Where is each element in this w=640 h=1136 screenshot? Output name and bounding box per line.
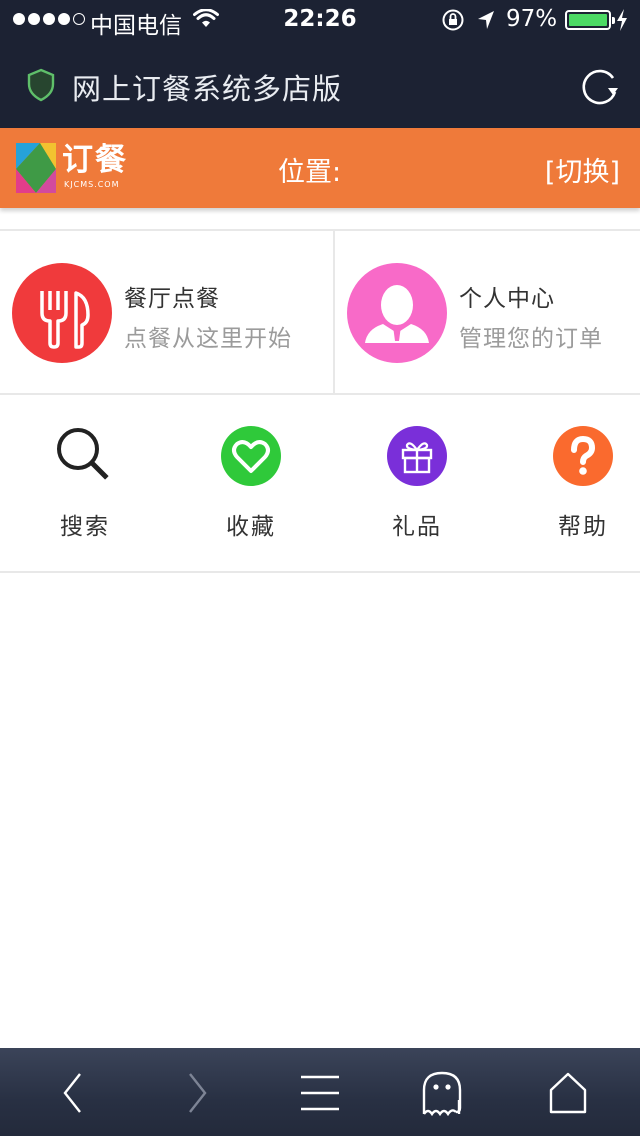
feature-grid: 餐厅点餐 点餐从这里开始 个人中心 管理您的订单 bbox=[0, 229, 640, 395]
shortcut-label: 收藏 bbox=[226, 514, 276, 540]
browser-toolbar bbox=[0, 1048, 640, 1136]
app-root: 中国电信 22:26 97% 网上订餐系统多店版 订餐 KJCMS.COM 位置… bbox=[0, 0, 640, 1136]
shortcut-gifts[interactable]: 礼品 bbox=[356, 425, 476, 545]
site-header: 订餐 KJCMS.COM 位置: [切换] bbox=[0, 128, 640, 208]
logo-text: 订餐 bbox=[62, 142, 128, 178]
back-icon[interactable] bbox=[48, 1070, 98, 1116]
shortcut-label: 搜索 bbox=[60, 514, 110, 540]
status-bar: 中国电信 22:26 97% bbox=[0, 0, 640, 42]
battery-percent: 97% bbox=[506, 6, 558, 32]
shortcut-label: 帮助 bbox=[558, 514, 608, 540]
forward-icon[interactable] bbox=[173, 1070, 223, 1116]
home-icon[interactable] bbox=[543, 1070, 593, 1116]
location-label: 位置: bbox=[278, 157, 342, 188]
question-icon bbox=[553, 426, 613, 486]
ghost-icon[interactable] bbox=[418, 1070, 468, 1116]
feature-subtitle: 管理您的订单 bbox=[459, 326, 603, 352]
fork-knife-icon bbox=[12, 263, 112, 363]
switch-location-link[interactable]: [切换] bbox=[545, 150, 620, 189]
charging-bolt-icon bbox=[617, 9, 627, 31]
feature-subtitle: 点餐从这里开始 bbox=[124, 326, 292, 352]
shortcut-row: 搜索 收藏 礼品 帮助 bbox=[0, 395, 640, 573]
shortcut-help[interactable]: 帮助 bbox=[522, 425, 640, 545]
shield-icon bbox=[27, 68, 55, 102]
shortcut-search[interactable]: 搜索 bbox=[24, 425, 144, 545]
user-center-card[interactable]: 个人中心 管理您的订单 bbox=[335, 231, 640, 395]
battery-icon bbox=[565, 10, 615, 30]
restaurant-order-card[interactable]: 餐厅点餐 点餐从这里开始 bbox=[0, 231, 335, 395]
location-arrow-icon bbox=[478, 11, 494, 29]
rotation-lock-icon bbox=[442, 9, 464, 31]
address-bar[interactable]: 网上订餐系统多店版 bbox=[0, 48, 640, 124]
feature-title: 个人中心 bbox=[459, 286, 555, 312]
logo-icon bbox=[16, 143, 56, 193]
user-icon bbox=[347, 263, 447, 363]
shortcut-favorites[interactable]: 收藏 bbox=[190, 425, 310, 545]
page-title: 网上订餐系统多店版 bbox=[72, 72, 343, 106]
logo-subtext: KJCMS.COM bbox=[64, 180, 120, 189]
browser-chrome-top: 中国电信 22:26 97% 网上订餐系统多店版 bbox=[0, 0, 640, 128]
gift-icon bbox=[387, 426, 447, 486]
refresh-icon[interactable] bbox=[578, 64, 622, 108]
menu-icon[interactable] bbox=[295, 1070, 345, 1116]
feature-title: 餐厅点餐 bbox=[124, 286, 220, 312]
shortcut-label: 礼品 bbox=[392, 514, 442, 540]
search-icon bbox=[57, 428, 115, 486]
heart-icon bbox=[221, 426, 281, 486]
